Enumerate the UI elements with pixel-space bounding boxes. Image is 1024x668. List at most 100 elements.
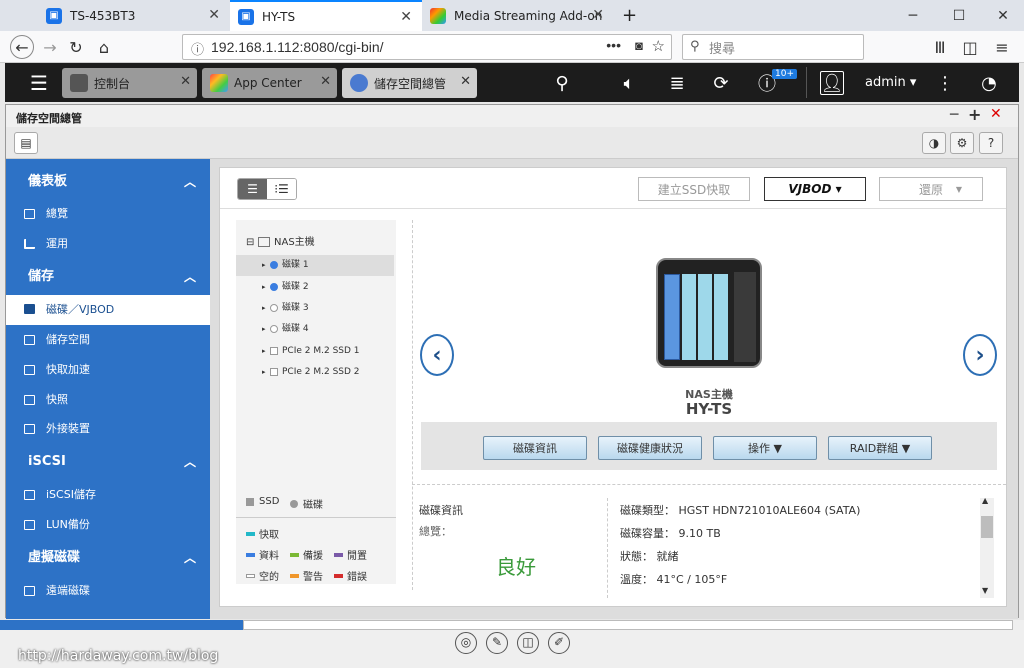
iscsi-icon [24, 490, 35, 500]
tree-root[interactable]: ⊟ NAS主機 [236, 232, 394, 253]
scroll-down-icon[interactable]: ▼ [982, 586, 988, 595]
close-icon[interactable]: ✕ [990, 106, 1002, 122]
sidebar-item-cache[interactable]: 快取加速 [6, 356, 210, 384]
sidebar-section-storage[interactable]: 儲存 ︿ [6, 264, 210, 290]
close-window-icon[interactable]: ✕ [980, 0, 1024, 31]
sidebar-item-overview[interactable]: 總覽 [6, 200, 210, 228]
menu-icon[interactable]: ≡ [990, 35, 1014, 59]
sidebar-item-utilization[interactable]: 運用 [6, 230, 210, 258]
sidebar-item-remote-disk[interactable]: 遠端磁碟 [6, 577, 210, 605]
error-swatch [334, 573, 343, 578]
tree-node-label: 磁碟 2 [282, 282, 309, 292]
expand-icon: ▸ [262, 368, 266, 376]
disk-status-icon [270, 283, 278, 291]
browser-tab[interactable]: Media Streaming Add-on ✕ [422, 0, 614, 31]
snapshot-icon[interactable]: ◑ [922, 132, 946, 154]
browser-tab[interactable]: ▣ TS-453BT3 ✕ [38, 0, 230, 31]
restore-button[interactable]: 還原 ▼ [879, 177, 983, 201]
list-view-icon[interactable]: ☰ [238, 179, 267, 199]
disk-bay-4[interactable] [714, 274, 728, 360]
browser-tab-title: HY-TS [262, 9, 296, 24]
layout-toggle-icon[interactable]: ▤ [14, 132, 38, 154]
sidebar-section-virtual-disk[interactable]: 虛擬磁碟 ︿ [6, 545, 210, 571]
close-icon[interactable]: ✕ [208, 7, 220, 23]
external-device-icon[interactable]: ⟳ [709, 71, 733, 95]
help-icon[interactable]: ? [979, 132, 1003, 154]
chevron-right-icon[interactable]: › [963, 334, 997, 376]
volume-icon[interactable]: 🔈︎ [617, 71, 641, 95]
section-label: 儲存 [28, 269, 55, 284]
footer-tools-icon[interactable]: ✎ [486, 632, 508, 654]
sidebar-item-storage-space[interactable]: 儲存空間 [6, 326, 210, 354]
create-ssd-cache-button[interactable]: 建立SSD快取 [638, 177, 750, 201]
scroll-up-icon[interactable]: ▲ [982, 496, 988, 505]
app-tab-app-center[interactable]: App Center ✕ [202, 68, 337, 98]
user-avatar-icon[interactable]: 👤︎ [820, 71, 844, 95]
user-menu[interactable]: admin ▾ [865, 75, 916, 90]
tree-node-disk1[interactable]: ▸ 磁碟 1 [236, 255, 394, 276]
close-icon[interactable]: ✕ [180, 74, 191, 89]
more-icon[interactable]: ••• [606, 37, 621, 53]
close-icon[interactable]: ✕ [400, 9, 412, 25]
disk-bay-3[interactable] [698, 274, 712, 360]
raid-group-button[interactable]: RAID群組 ▼ [828, 436, 932, 460]
minimize-icon[interactable]: ─ [890, 0, 936, 31]
forward-icon[interactable]: → [38, 35, 62, 59]
chevron-up-icon: ︿ [183, 455, 196, 469]
sidebar-item-iscsi-storage[interactable]: iSCSI儲存 [6, 481, 210, 509]
home-icon[interactable]: ⌂ [92, 35, 116, 59]
tree-node-disk2[interactable]: ▸ 磁碟 2 [236, 277, 394, 298]
sidebar-item-disks[interactable]: 磁碟／VJBOD [6, 295, 210, 325]
vjbod-button[interactable]: VJBOD ▾ [764, 177, 866, 201]
search-placeholder: 搜尋 [709, 41, 736, 57]
more-options-icon[interactable]: ⋮ [933, 71, 957, 95]
close-icon[interactable]: ✕ [460, 74, 471, 89]
app-tab-control-panel[interactable]: 控制台 ✕ [62, 68, 197, 98]
disk-bay-2[interactable] [682, 274, 696, 360]
search-input[interactable]: ⚲ 搜尋 [682, 34, 864, 60]
reload-icon[interactable]: ↻ [64, 35, 88, 59]
sidebar-item-external[interactable]: 外接裝置 [6, 415, 210, 443]
tree-node-disk4[interactable]: ▸ 磁碟 4 [236, 319, 394, 340]
remote-disk-icon [24, 586, 35, 596]
search-icon[interactable]: ⚲ [550, 71, 574, 95]
close-icon[interactable]: ✕ [320, 74, 331, 89]
close-icon[interactable]: ✕ [592, 7, 604, 23]
tree-node-ssd2[interactable]: ▸ PCIe 2 M.2 SSD 2 [236, 362, 394, 383]
app-tab-storage-manager[interactable]: 儲存空間總管 ✕ [342, 68, 477, 98]
tree-node-ssd1[interactable]: ▸ PCIe 2 M.2 SSD 1 [236, 341, 394, 362]
new-tab-button[interactable]: + [614, 0, 644, 31]
tree-node-disk3[interactable]: ▸ 磁碟 3 [236, 298, 394, 319]
main-menu-icon[interactable]: ☰ [27, 71, 51, 95]
maximize-icon[interactable]: ☐ [936, 0, 982, 31]
disk-type: 磁碟類型： HGST HDN721010ALE604 (SATA) [620, 504, 861, 517]
bookmark-star-icon[interactable]: ☆ [652, 37, 665, 55]
sidebar-section-iscsi[interactable]: iSCSI ︿ [6, 449, 210, 475]
footer-book-icon[interactable]: ◫ [517, 632, 539, 654]
background-task-icon[interactable]: ≣ [665, 71, 689, 95]
sidebar-item-snapshot[interactable]: 快照 [6, 386, 210, 414]
chevron-left-icon[interactable]: ‹ [420, 334, 454, 376]
sidebar: 儀表板 ︿ 總覽 運用 儲存 ︿ 磁碟／VJBOD 儲存空間 快取加速 快照 外… [6, 159, 210, 619]
sidebar-section-dashboard[interactable]: 儀表板 ︿ [6, 169, 210, 195]
scrollbar[interactable]: ▲ ▼ [980, 496, 994, 598]
back-icon[interactable]: ← [10, 35, 34, 59]
operate-button[interactable]: 操作 ▼ [713, 436, 817, 460]
url-bar[interactable]: ⓘ 192.168.1.112:8080/cgi-bin/ ••• ◙ ☆ [182, 34, 672, 60]
sidebar-item-lun-backup[interactable]: LUN備份 [6, 511, 210, 539]
footer-edit-icon[interactable]: ✐ [548, 632, 570, 654]
sidebar-icon[interactable]: ◫ [958, 35, 982, 59]
footer-home-icon[interactable]: ◎ [455, 632, 477, 654]
scrollbar-thumb[interactable] [981, 516, 993, 538]
disk-info-button[interactable]: 磁碟資訊 [483, 436, 587, 460]
dashboard-icon[interactable]: ◔ [977, 71, 1001, 95]
pocket-icon[interactable]: ◙ [635, 38, 643, 53]
maximize-icon[interactable]: + [968, 105, 981, 124]
detail-view-icon[interactable]: ⁝☰ [267, 179, 296, 199]
browser-tab-active[interactable]: ▣ HY-TS ✕ [230, 0, 422, 31]
minimize-icon[interactable]: ─ [950, 107, 958, 123]
settings-icon[interactable]: ⚙ [950, 132, 974, 154]
disk-health-button[interactable]: 磁碟健康狀況 [598, 436, 702, 460]
library-icon[interactable]: Ⅲ [928, 35, 952, 59]
disk-bay-1[interactable] [664, 274, 680, 360]
